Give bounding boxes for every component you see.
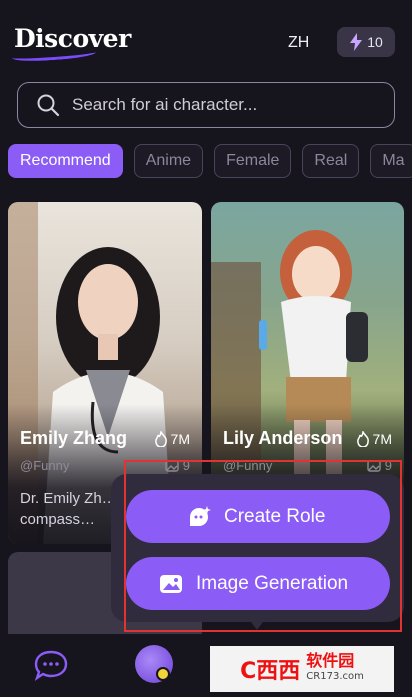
watermark-url: CR173.com (306, 671, 364, 682)
tab-recommend[interactable]: Recommend (8, 144, 123, 178)
tab-anime[interactable]: Anime (133, 144, 204, 178)
credits-count: 10 (367, 34, 383, 50)
card-likes: 7M (356, 431, 392, 447)
card-tag: @Funny (20, 458, 70, 473)
watermark-text: 软件园 CR173.com (306, 653, 364, 685)
likes-count: 7M (372, 431, 392, 447)
likes-count: 7M (170, 431, 190, 447)
category-tabs: Recommend Anime Female Real Ma (8, 144, 412, 178)
header: Discover ZH 10 (0, 0, 412, 78)
tab-more[interactable]: Ma (370, 144, 412, 178)
card-name: Lily Anderson (223, 428, 343, 448)
search-input[interactable]: Search for ai character... (72, 95, 257, 115)
watermark: C西西 软件园 CR173.com (210, 646, 394, 692)
highlight-box (124, 460, 402, 632)
watermark-logo: C西西 (240, 659, 301, 684)
search-icon (37, 94, 60, 117)
chat-nav-icon[interactable] (33, 649, 69, 686)
flame-icon (154, 431, 167, 447)
card-name: Emily Zhang (20, 428, 128, 448)
lightning-icon (350, 33, 363, 51)
flame-icon (356, 431, 369, 447)
tab-real[interactable]: Real (302, 144, 360, 178)
search-bar[interactable]: Search for ai character... (17, 82, 395, 128)
watermark-name: 软件园 (306, 651, 355, 670)
card-likes: 7M (154, 431, 190, 447)
language-toggle[interactable]: ZH (288, 34, 309, 52)
credits-badge[interactable]: 10 (337, 27, 395, 57)
tab-female[interactable]: Female (214, 144, 292, 178)
notification-dot (156, 667, 170, 681)
